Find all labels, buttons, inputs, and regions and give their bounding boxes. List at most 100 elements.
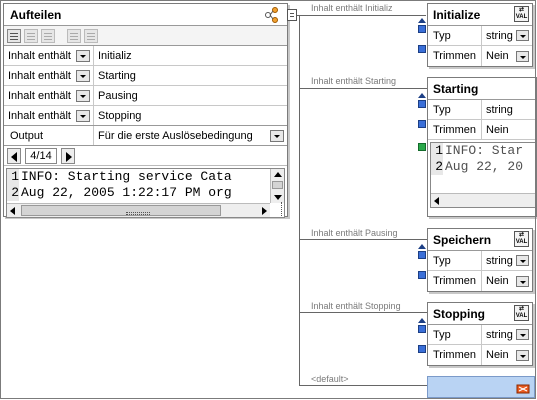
discard-icon — [516, 384, 530, 394]
component-title[interactable]: Starting — [428, 78, 536, 100]
text-line: 2 Aug 22, 20 — [431, 159, 536, 175]
type-value[interactable]: string — [486, 30, 513, 42]
scroll-thumb[interactable] — [272, 181, 283, 189]
condition-row[interactable]: Inhalt enthält Pausing — [4, 86, 287, 106]
connector-label-initializ: Inhalt enthält Initializ — [311, 3, 393, 13]
line-number: 1 — [431, 143, 443, 159]
operator-dropdown-button[interactable] — [76, 69, 90, 82]
starting-title: Starting — [433, 82, 479, 96]
insert-row-icon[interactable] — [7, 28, 21, 43]
row-label: Typ — [428, 251, 482, 270]
port-arrow-icon — [418, 318, 426, 323]
trim-value[interactable]: Nein — [486, 50, 509, 62]
condition-value[interactable]: Starting — [94, 70, 287, 82]
scroll-down-icon[interactable] — [274, 195, 282, 200]
input-port-icon[interactable] — [418, 45, 426, 53]
row-label: Typ — [428, 325, 482, 344]
port-arrow-icon — [418, 93, 426, 98]
condition-value[interactable]: Pausing — [94, 90, 287, 102]
input-port-icon[interactable] — [418, 271, 426, 279]
type-value[interactable]: string — [486, 104, 513, 116]
row-label: Trimmen — [428, 345, 482, 365]
starting-component[interactable]: Starting Typ string Trimmen Nein 1 INFO: S… — [427, 77, 537, 217]
output-select-value[interactable]: Für die erste Auslösebedingung — [98, 130, 253, 142]
previous-sample-button[interactable] — [7, 147, 21, 164]
connector-label-starting: Inhalt enthält Starting — [311, 76, 397, 86]
default-output-component[interactable] — [427, 376, 535, 398]
line-number: 1 — [7, 169, 19, 185]
resize-grip[interactable] — [126, 212, 150, 215]
text-line: 2 Aug 22, 2005 1:22:17 PM org — [7, 185, 284, 201]
move-up-icon[interactable] — [67, 28, 81, 43]
port-arrow-icon — [418, 244, 426, 249]
type-dropdown-button[interactable] — [516, 329, 529, 340]
delete-row-icon[interactable] — [41, 28, 55, 43]
component-title[interactable]: Aufteilen — [4, 4, 287, 26]
type-dropdown-button[interactable] — [516, 255, 529, 266]
sample-text-view[interactable]: 1 INFO: Star 2 Aug 22, 20 — [430, 142, 536, 208]
scroll-left-icon[interactable] — [434, 197, 439, 205]
next-sample-button[interactable] — [61, 147, 75, 164]
condition-row[interactable]: Inhalt enthält Starting — [4, 66, 287, 86]
input-port-icon[interactable] — [418, 120, 426, 128]
row-label: Trimmen — [428, 120, 482, 139]
sample-text-view[interactable]: 1 INFO: Starting service Cata 2 Aug 22, … — [6, 168, 285, 218]
type-dropdown-button[interactable] — [516, 30, 529, 41]
trim-value[interactable]: Nein — [486, 349, 509, 361]
trim-dropdown-button[interactable] — [516, 275, 529, 287]
scroll-thumb[interactable] — [21, 205, 221, 216]
sample-navigator: 4/14 — [4, 146, 287, 166]
scroll-up-icon[interactable] — [274, 172, 282, 177]
connector-label-default: <default> — [311, 374, 349, 384]
operator-dropdown-button[interactable] — [76, 109, 90, 122]
connector-label-stopping: Inhalt enthält Stopping — [311, 301, 401, 311]
connector-trunk — [299, 15, 300, 385]
connector-line — [299, 385, 427, 386]
row-label: Typ — [428, 100, 482, 119]
connector-line — [296, 15, 426, 16]
text-port-icon[interactable] — [418, 143, 426, 151]
connector-line — [299, 312, 427, 313]
condition-operator: Inhalt enthält — [8, 89, 71, 102]
trim-dropdown-button[interactable] — [516, 50, 529, 62]
component-title[interactable]: Initialize ⇄ VAL — [428, 4, 532, 26]
vertical-scrollbar[interactable] — [270, 169, 284, 203]
move-down-icon[interactable] — [84, 28, 98, 43]
scroll-left-icon[interactable] — [10, 207, 15, 215]
connector-line — [299, 239, 427, 240]
horizontal-scrollbar[interactable] — [431, 193, 536, 207]
aufteilen-component[interactable]: Aufteilen Inhalt enthält Initializ Inhal… — [3, 3, 288, 218]
design-canvas[interactable]: Inhalt enthält Initializ Inhalt enthält … — [0, 0, 537, 400]
output-row: Output Für die erste Auslösebedingung — [4, 126, 287, 146]
line-text: INFO: Star — [445, 143, 524, 158]
speichern-component[interactable]: Speichern ⇄ VAL Typ string Trimmen Nein — [427, 228, 533, 292]
initialize-component[interactable]: Initialize ⇄ VAL Typ string Trimmen Nein — [427, 3, 533, 67]
value-icon: ⇄ VAL — [514, 231, 529, 247]
trim-dropdown-button[interactable] — [516, 349, 529, 361]
condition-row[interactable]: Inhalt enthält Stopping — [4, 106, 287, 126]
split-output-icon — [265, 7, 278, 23]
component-title[interactable]: Speichern ⇄ VAL — [428, 229, 532, 251]
line-number: 2 — [431, 159, 443, 175]
component-title[interactable]: Stopping ⇄ VAL — [428, 303, 532, 325]
trim-value[interactable]: Nein — [486, 275, 509, 287]
condition-value[interactable]: Initializ — [94, 50, 287, 62]
input-port-icon[interactable] — [418, 325, 426, 333]
output-port-icon[interactable] — [287, 9, 297, 21]
type-value[interactable]: string — [486, 255, 513, 267]
operator-dropdown-button[interactable] — [76, 89, 90, 102]
input-port-icon[interactable] — [418, 345, 426, 353]
trim-value[interactable]: Nein — [486, 124, 509, 136]
output-dropdown-button[interactable] — [270, 129, 284, 142]
resize-corner[interactable] — [281, 202, 287, 216]
insert-after-icon[interactable] — [24, 28, 38, 43]
input-port-icon[interactable] — [418, 251, 426, 259]
input-port-icon[interactable] — [418, 25, 426, 33]
condition-row[interactable]: Inhalt enthält Initializ — [4, 46, 287, 66]
stopping-component[interactable]: Stopping ⇄ VAL Typ string Trimmen Nein — [427, 302, 533, 366]
type-value[interactable]: string — [486, 329, 513, 341]
scroll-right-icon[interactable] — [262, 207, 267, 215]
input-port-icon[interactable] — [418, 100, 426, 108]
condition-value[interactable]: Stopping — [94, 110, 287, 122]
operator-dropdown-button[interactable] — [76, 49, 90, 62]
